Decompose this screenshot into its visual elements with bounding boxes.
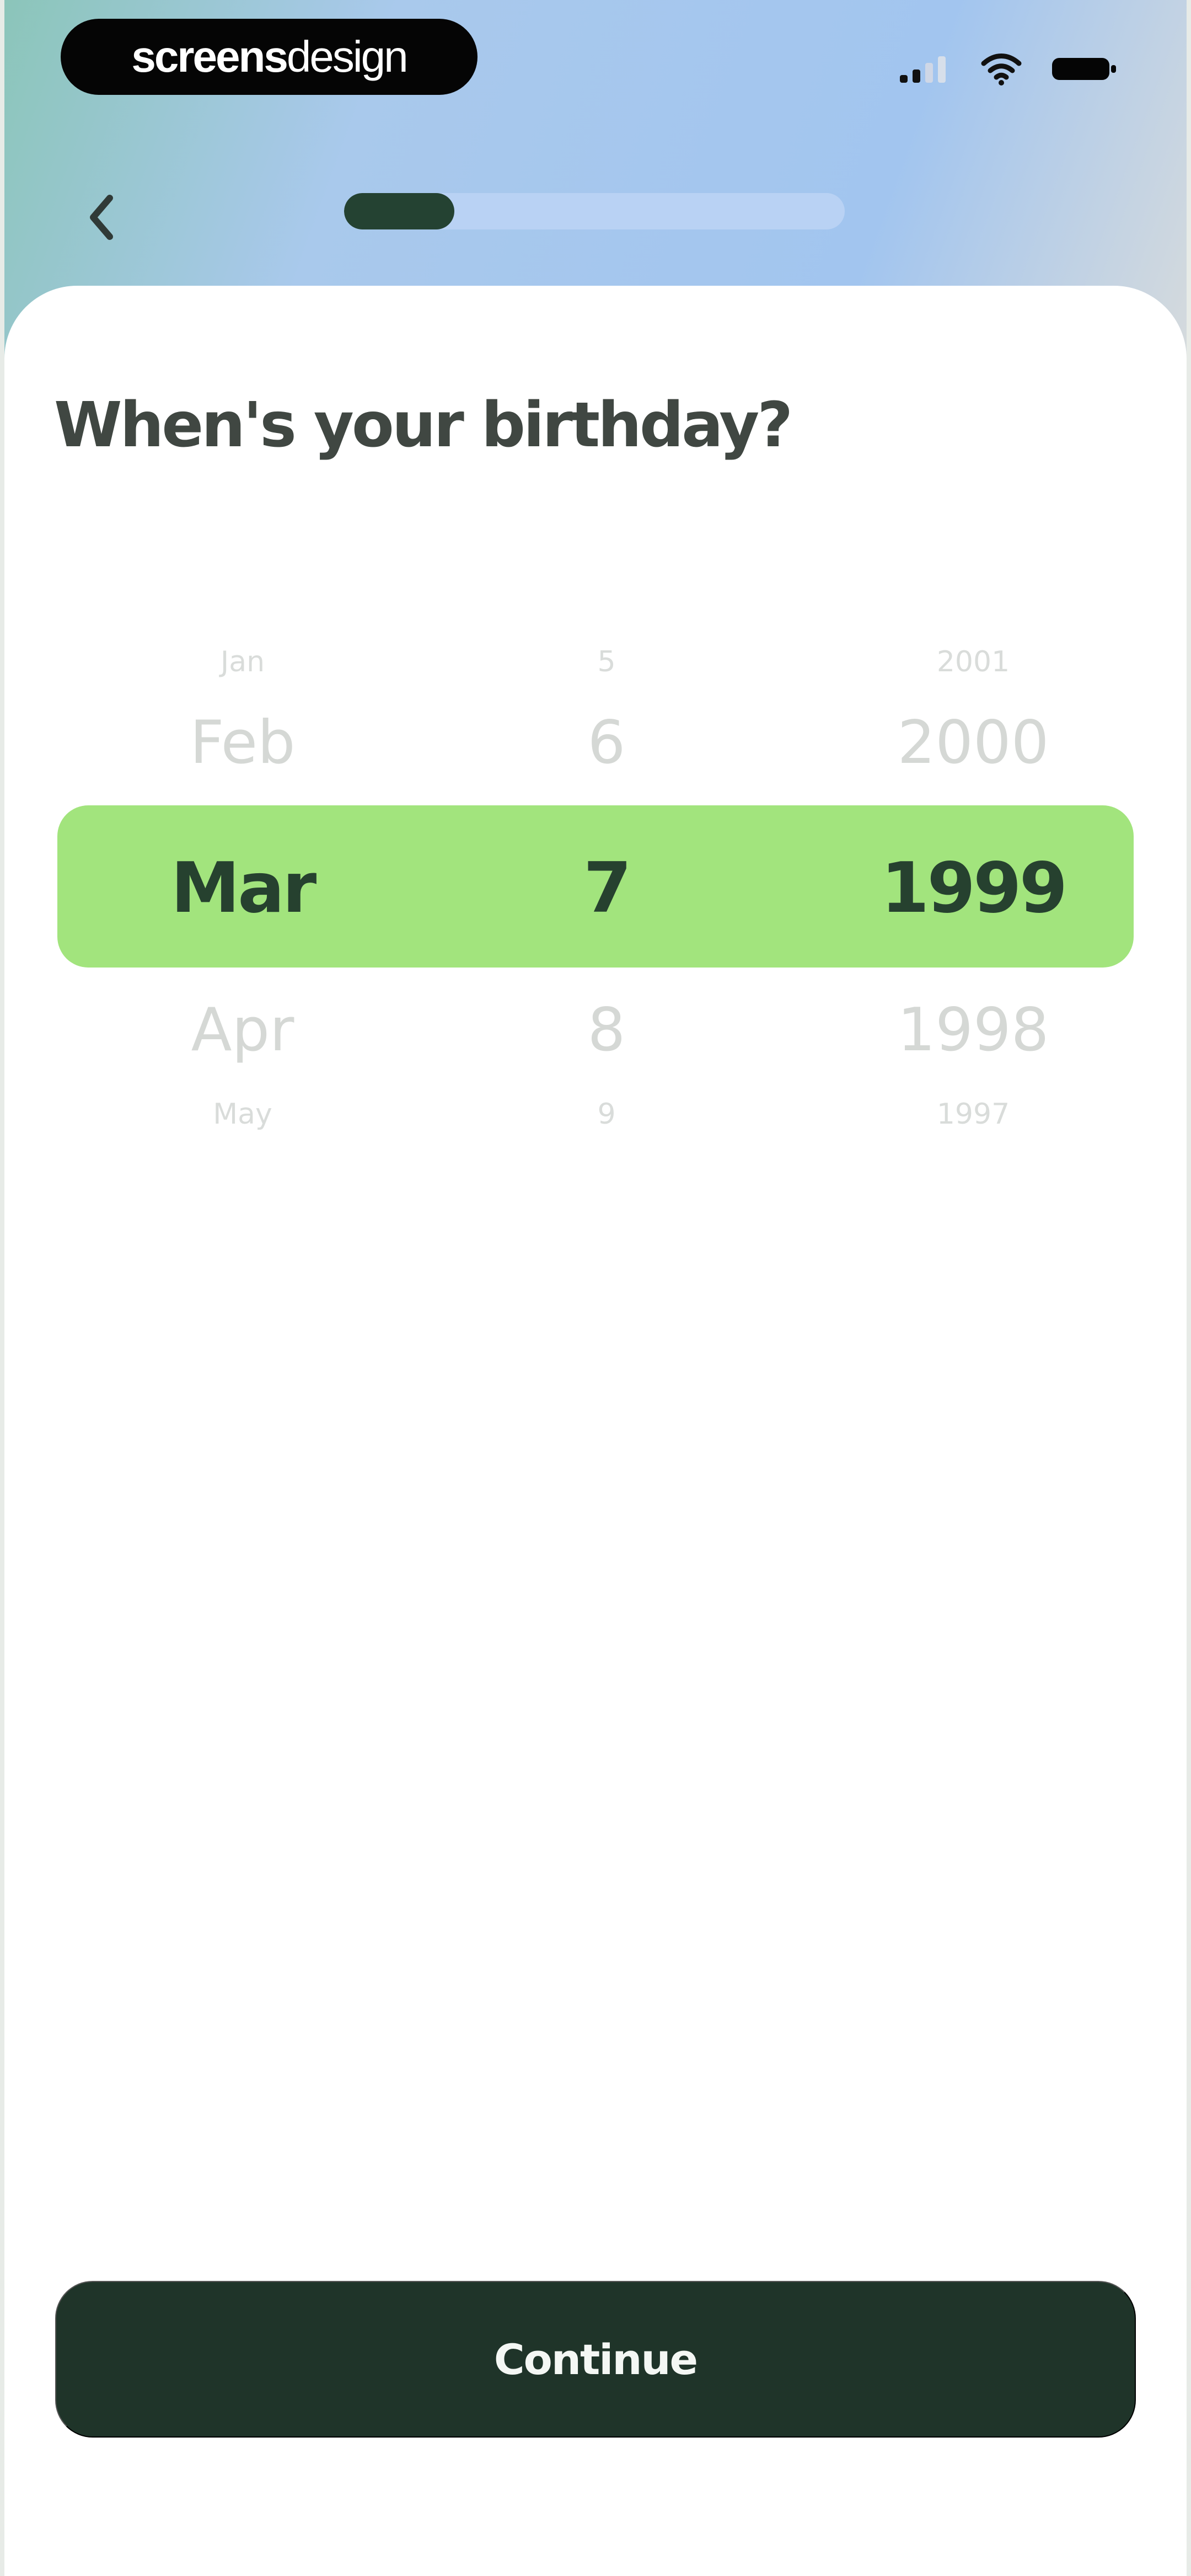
birthday-picker[interactable]: Jan Feb Mar Apr May 5 6 7 8 9 2001 2000 … xyxy=(0,623,1191,1131)
battery-icon xyxy=(1052,58,1116,80)
status-bar: screens design xyxy=(0,0,1191,132)
status-icons xyxy=(898,51,1119,87)
year-faint-above: 2001 xyxy=(936,645,1010,678)
brand-screens-text: screens xyxy=(131,32,288,81)
day-faint-above: 5 xyxy=(597,645,616,678)
screensdesign-logo: screens design xyxy=(61,19,478,95)
month-option-above[interactable]: Feb xyxy=(94,708,391,777)
day-option-below[interactable]: 8 xyxy=(496,996,717,1065)
month-faint-below: May xyxy=(213,1098,272,1131)
progress-fill xyxy=(344,193,454,229)
navigation-row xyxy=(0,165,1191,254)
year-faint-below: 1997 xyxy=(936,1098,1010,1131)
year-option-above[interactable]: 2000 xyxy=(816,708,1130,777)
year-option-below[interactable]: 1998 xyxy=(816,996,1130,1065)
right-device-edge xyxy=(1187,0,1191,2576)
day-option-above[interactable]: 6 xyxy=(496,708,717,777)
left-device-edge xyxy=(0,0,4,2576)
continue-button[interactable]: Continue xyxy=(55,2281,1136,2438)
month-option-below[interactable]: Apr xyxy=(94,996,391,1065)
month-faint-above: Jan xyxy=(220,645,265,678)
birthday-onboarding-screen: screens design When's your birthday? Jan… xyxy=(0,0,1191,2576)
day-faint-below: 9 xyxy=(597,1098,616,1131)
selected-day[interactable]: 7 xyxy=(496,847,717,928)
continue-label: Continue xyxy=(493,2334,698,2384)
back-button[interactable] xyxy=(69,184,136,250)
signal-icon xyxy=(900,56,946,83)
wifi-icon xyxy=(981,54,1022,85)
birthday-question-title: When's your birthday? xyxy=(54,389,793,461)
chevron-left-icon xyxy=(90,195,113,240)
onboarding-progress-bar xyxy=(344,193,845,229)
selected-month[interactable]: Mar xyxy=(94,847,391,928)
brand-design-text: design xyxy=(286,32,409,81)
selected-year[interactable]: 1999 xyxy=(816,847,1130,928)
